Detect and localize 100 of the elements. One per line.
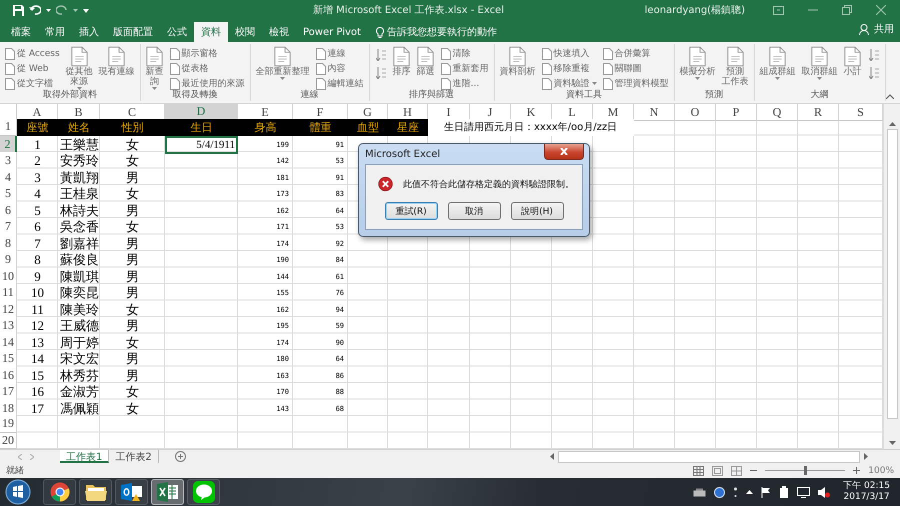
flag-icon[interactable] <box>761 486 772 498</box>
ribbon-button[interactable]: 移除重複 <box>540 62 599 75</box>
ribbon-button[interactable]: 資料剖析 <box>498 46 538 90</box>
column-header[interactable]: P <box>716 104 757 121</box>
ribbon-options-icon[interactable] <box>773 6 784 14</box>
row-header[interactable]: 19 <box>0 416 17 432</box>
column-header[interactable]: S <box>839 104 883 121</box>
zoom-in-icon[interactable] <box>853 467 860 474</box>
zoom-level[interactable]: 100% <box>868 466 894 476</box>
normal-view-icon[interactable] <box>693 466 704 476</box>
ribbon-button[interactable]: 重新套用 <box>438 62 491 75</box>
scroll-left-icon[interactable] <box>550 453 554 460</box>
clock-date[interactable]: 2017/3/17 <box>844 492 890 503</box>
ribbon-button[interactable]: 連線 <box>314 47 366 60</box>
ribbon-tab[interactable]: Power Pivot <box>296 22 368 42</box>
list-icon[interactable] <box>376 49 386 61</box>
ribbon-button[interactable]: 從 Access <box>3 47 62 60</box>
ribbon-tab[interactable]: 公式 <box>160 22 194 42</box>
tell-me-field[interactable]: 告訴我您想要執行的動作 <box>386 26 537 38</box>
ribbon-button[interactable]: 小計 <box>842 46 864 90</box>
taskbar-app[interactable] <box>115 479 148 505</box>
row-header[interactable]: 13 <box>0 317 17 335</box>
ribbon-button[interactable]: 關聯圖 <box>600 62 671 75</box>
column-header[interactable]: O <box>675 104 716 121</box>
ribbon-button[interactable]: 從文字檔 <box>3 77 62 90</box>
close-button[interactable] <box>544 144 584 160</box>
sheet-tab[interactable]: 工作表1 <box>60 450 110 463</box>
scroll-down-icon[interactable] <box>888 441 896 445</box>
caret-icon[interactable] <box>73 8 78 12</box>
ribbon-button[interactable]: 排序 <box>390 46 413 90</box>
ribbon-tab[interactable]: 插入 <box>72 22 106 42</box>
ribbon-button[interactable]: 現有連線 <box>96 46 137 90</box>
ribbon-button[interactable]: 預測 工作表 <box>720 46 751 90</box>
ribbon-button[interactable]: 從 Web <box>3 62 62 75</box>
restore-icon[interactable] <box>842 5 852 15</box>
ribbon-button[interactable]: 內容 <box>314 62 366 75</box>
ribbon-button[interactable]: 合併彙算 <box>600 47 671 60</box>
ribbon-button[interactable]: 最近使用的來源 <box>168 77 247 90</box>
ribbon-button[interactable]: 管理資料模型 <box>600 77 671 90</box>
row-header[interactable]: 7 <box>0 218 17 236</box>
taskbar-app[interactable] <box>187 479 220 505</box>
list-icon[interactable] <box>868 67 879 79</box>
dialog-button[interactable]: 取消 <box>448 202 500 220</box>
ribbon-tab[interactable]: 檔案 <box>4 22 38 42</box>
minimize-icon[interactable] <box>808 9 818 11</box>
ribbon-button[interactable]: 組成群組 <box>758 46 798 90</box>
ribbon-button[interactable]: 快速填入 <box>540 47 599 60</box>
ribbon-tab[interactable]: 常用 <box>38 22 72 42</box>
row-header[interactable]: 1 <box>0 119 17 136</box>
redo-icon[interactable] <box>56 5 68 15</box>
close-icon[interactable] <box>876 5 886 15</box>
dialog-button[interactable]: 重試(R) <box>384 202 438 220</box>
device-icon[interactable] <box>693 488 706 496</box>
ribbon-button[interactable]: 資料驗證 <box>540 77 599 90</box>
ribbon-button[interactable]: 編輯連結 <box>314 77 366 90</box>
row-header[interactable]: 11 <box>0 284 17 302</box>
save-icon[interactable] <box>13 4 24 16</box>
start-button[interactable] <box>4 479 32 505</box>
share-button[interactable]: 共用 <box>853 22 900 40</box>
ribbon-tab[interactable]: 版面配置 <box>106 22 160 42</box>
ribbon-tab[interactable]: 資料 <box>194 22 228 42</box>
row-header[interactable]: 9 <box>0 251 17 269</box>
column-header[interactable]: R <box>798 104 839 121</box>
add-sheet-icon[interactable] <box>174 451 186 462</box>
ribbon-button[interactable]: 篩選 <box>414 46 437 90</box>
row-header[interactable]: 15 <box>0 350 17 368</box>
ribbon-button[interactable]: 從其他 來源 <box>64 46 95 90</box>
list-icon[interactable] <box>376 67 386 79</box>
battery-icon[interactable] <box>779 486 790 498</box>
ribbon-button[interactable]: 新查 詢 <box>144 46 166 90</box>
ribbon-tab[interactable]: 校閱 <box>228 22 262 42</box>
caret-icon[interactable] <box>46 8 51 12</box>
undo-icon[interactable] <box>29 5 41 15</box>
zoom-thumb[interactable] <box>804 466 808 475</box>
ribbon-tab[interactable]: 檢視 <box>262 22 296 42</box>
ribbon-button[interactable]: 從表格 <box>168 62 247 75</box>
ribbon-button[interactable]: 取消群組 <box>800 46 840 90</box>
column-header[interactable]: N <box>634 104 675 121</box>
user-name[interactable]: leonardyang(楊鎮聰) <box>644 3 745 17</box>
row-header[interactable]: 3 <box>0 152 17 170</box>
zoom-out-icon[interactable] <box>750 467 758 474</box>
taskbar-app[interactable] <box>79 479 112 505</box>
ribbon-button[interactable]: 全部重新整理 <box>254 46 312 90</box>
scroll-thumb[interactable] <box>886 129 898 419</box>
taskbar-app[interactable] <box>151 479 184 505</box>
row-header[interactable]: 17 <box>0 383 17 401</box>
speaker-muted-icon[interactable] <box>818 486 830 498</box>
ribbon-button[interactable]: 進階... <box>438 77 491 90</box>
ribbon-button[interactable]: 清除 <box>438 47 491 60</box>
ribbon-button[interactable]: 顯示窗格 <box>168 47 247 60</box>
row-header[interactable]: 5 <box>0 185 17 203</box>
dialog-button[interactable]: 說明(H) <box>510 202 564 220</box>
row-header[interactable]: 20 <box>0 432 17 449</box>
taskbar-app[interactable] <box>43 479 76 505</box>
collapse-ribbon-icon[interactable] <box>886 94 894 99</box>
show-hidden-icon[interactable] <box>746 490 754 494</box>
clock-time[interactable]: 下午 02:15 <box>843 481 890 492</box>
list-icon[interactable] <box>868 49 879 61</box>
scroll-up-icon[interactable] <box>888 122 896 126</box>
vertical-scrollbar[interactable] <box>883 104 900 449</box>
